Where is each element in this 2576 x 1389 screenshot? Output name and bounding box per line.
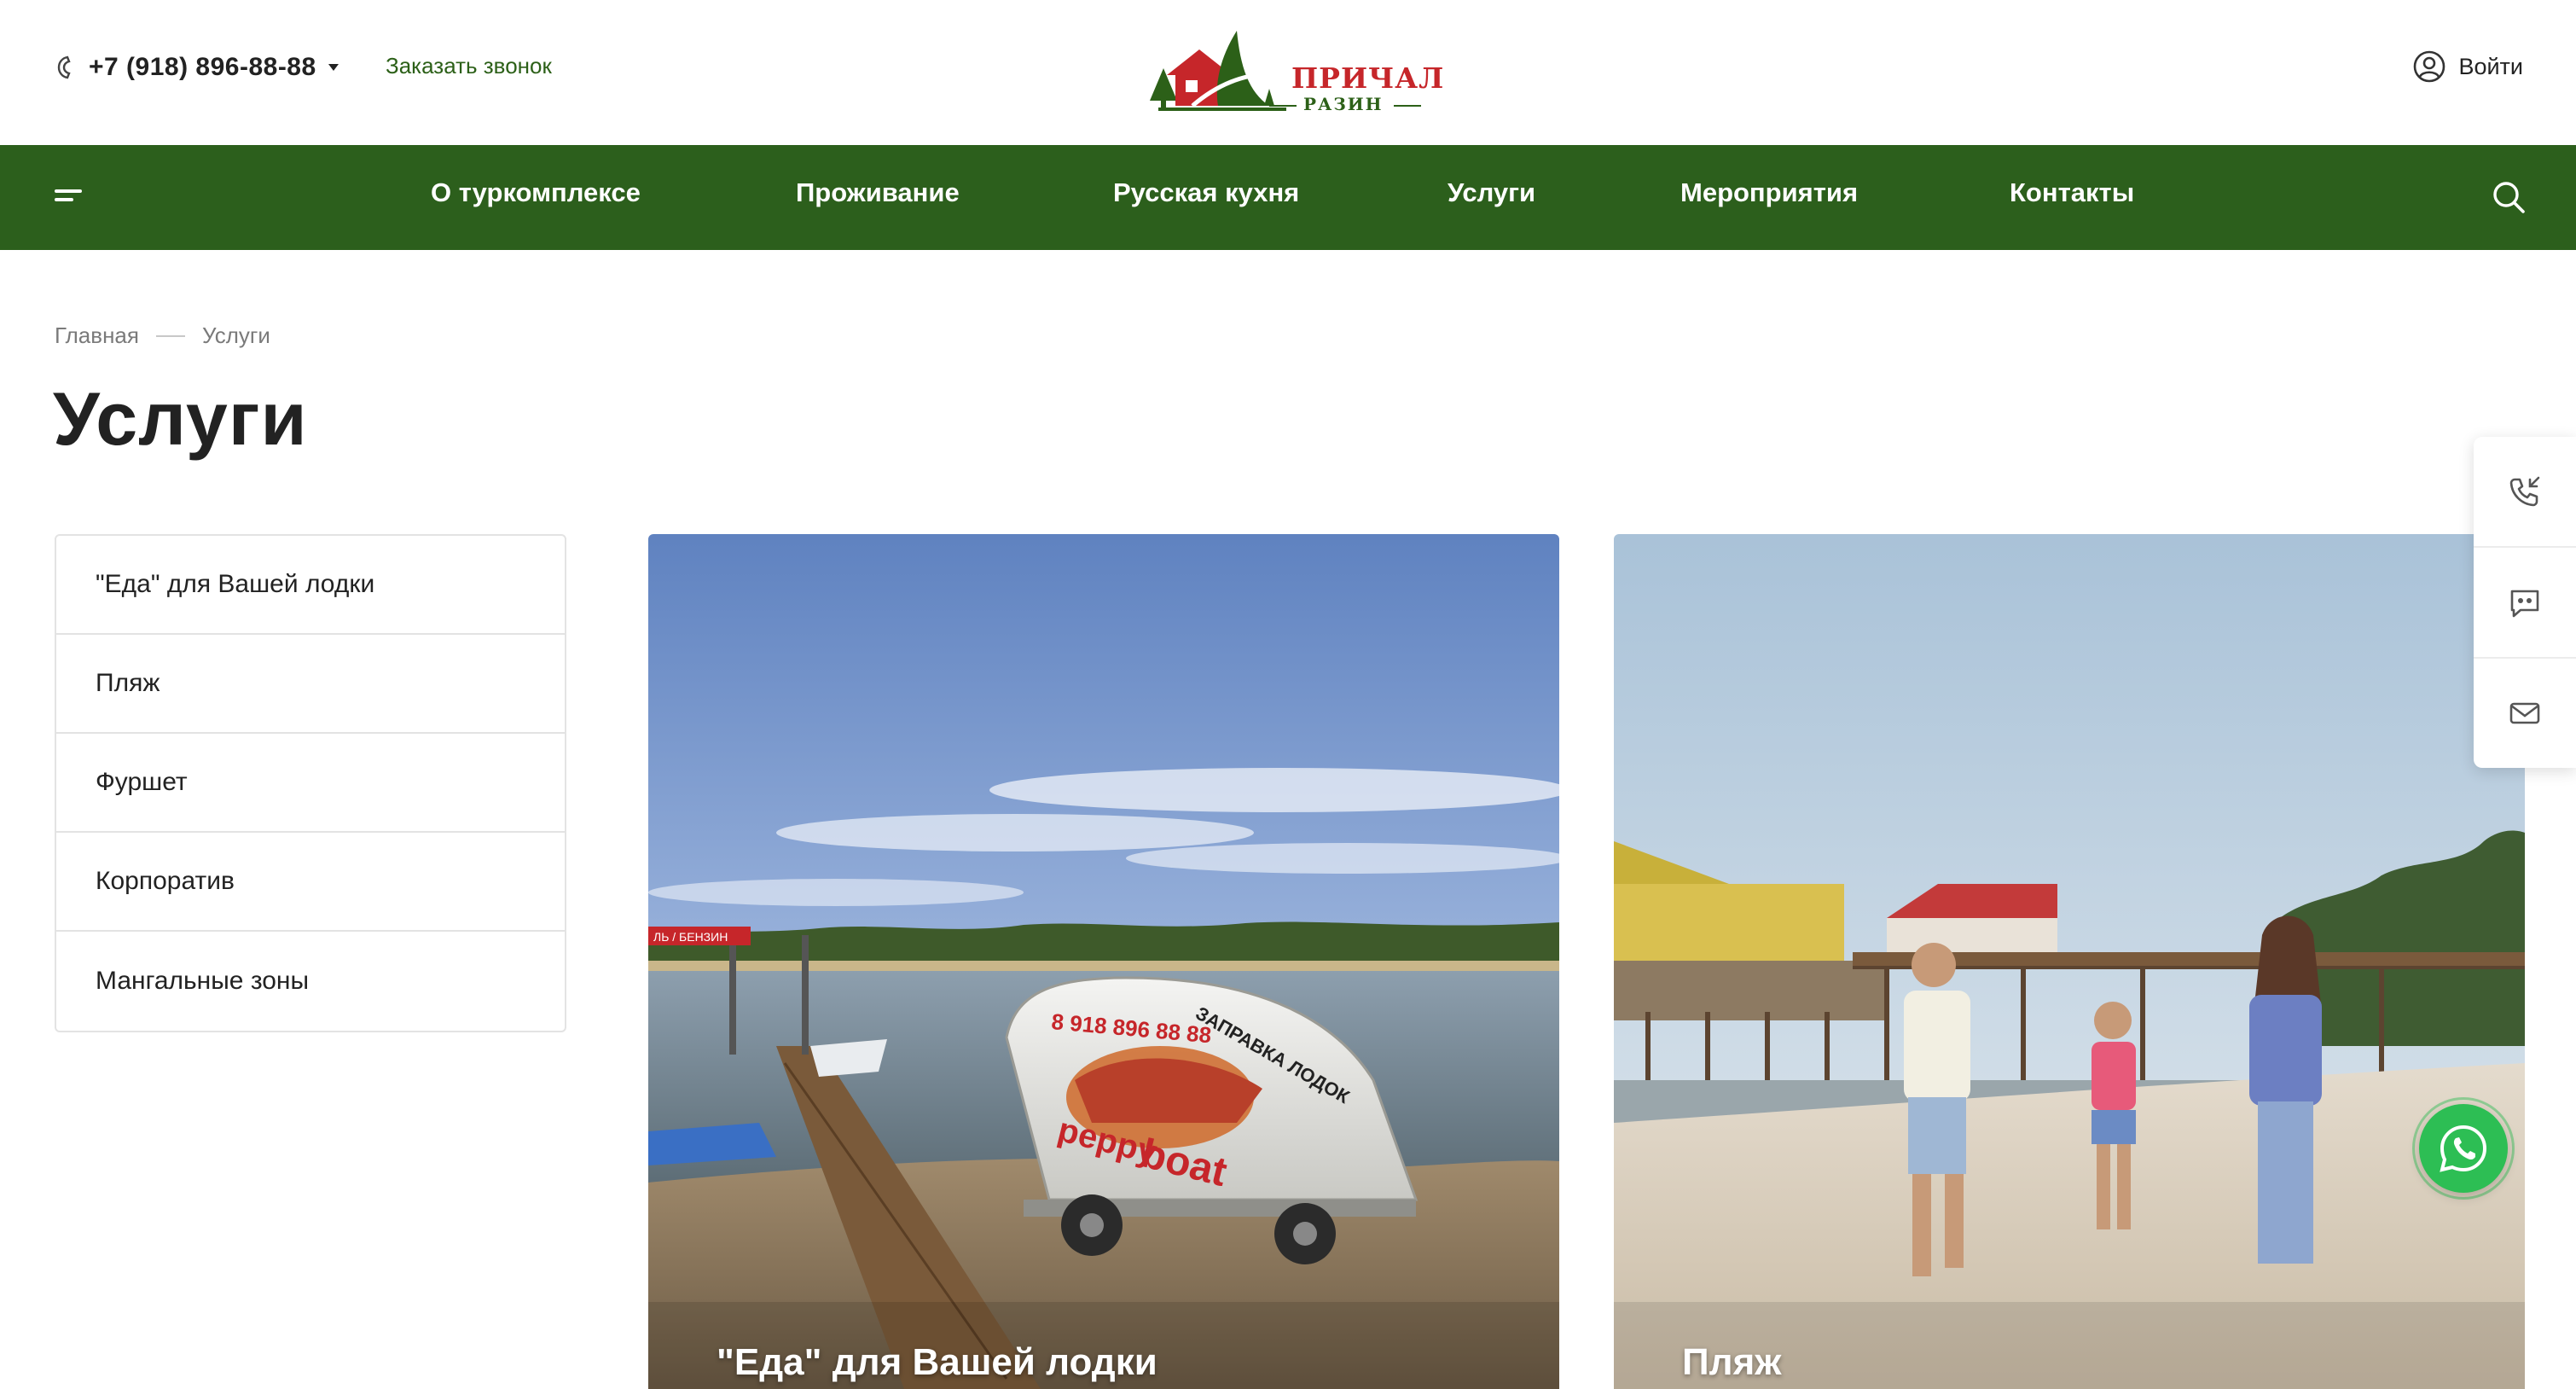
sidebar-item-buffet[interactable]: Фуршет: [56, 734, 565, 833]
service-card-title[interactable]: "Еда" для Вашей лодки: [717, 1341, 1157, 1384]
phone-number[interactable]: +7 (918) 896-88-88: [89, 53, 316, 82]
chat-button[interactable]: [2474, 548, 2576, 657]
service-card-title[interactable]: Пляж: [1682, 1341, 1781, 1384]
logo-subtitle: РАЗИН: [1303, 94, 1384, 114]
phone-dropdown[interactable]: +7 (918) 896-88-88: [55, 48, 339, 87]
user-circle-icon: [2414, 50, 2445, 83]
nav-item-accommodation[interactable]: Проживание: [796, 177, 960, 208]
chevron-down-icon[interactable]: [328, 64, 339, 71]
service-card-boat-food[interactable]: ЛЬ / БЕНЗИН 8 918 896 88 88 ЗАПРАВКА ЛОД…: [648, 534, 1559, 1389]
search-icon[interactable]: [2491, 179, 2527, 215]
chat-icon: [2510, 590, 2539, 618]
sidebar-item-bbq-zones[interactable]: Мангальные зоны: [56, 932, 565, 1031]
logo-title: ПРИЧАЛ: [1291, 61, 1445, 95]
email-button[interactable]: [2474, 659, 2576, 768]
service-card-beach[interactable]: Пляж: [1614, 534, 2525, 1389]
sidebar-item-corporate[interactable]: Корпоратив: [56, 833, 565, 932]
logo-divider: [1394, 105, 1421, 107]
phone-icon: [57, 55, 71, 79]
whatsapp-icon: [2440, 1125, 2487, 1172]
services-sidebar: "Еда" для Вашей лодки Пляж Фуршет Корпор…: [55, 534, 566, 1032]
breadcrumb-separator: [155, 334, 185, 337]
logo-divider: [1269, 105, 1297, 107]
service-image-beach: [1614, 534, 2525, 1389]
nav-menu: О туркомплексе Проживание Русская кухня …: [0, 145, 2576, 250]
nav-item-about[interactable]: О туркомплексе: [431, 177, 641, 208]
sidebar-item-boat-food[interactable]: "Еда" для Вашей лодки: [56, 536, 565, 635]
page-title: Услуги: [53, 376, 308, 461]
login-button[interactable]: Войти: [2412, 49, 2523, 84]
phone-callback-icon: [2509, 476, 2540, 507]
login-label[interactable]: Войти: [2458, 54, 2523, 80]
nav-item-contacts[interactable]: Контакты: [2010, 177, 2134, 208]
logo-emblem-icon: [1150, 31, 1286, 111]
whatsapp-button[interactable]: [2419, 1104, 2508, 1193]
site-header: +7 (918) 896-88-88 Заказать звонок ПРИЧА…: [0, 0, 2576, 145]
callback-button[interactable]: [2474, 437, 2576, 546]
sidebar-item-beach[interactable]: Пляж: [56, 635, 565, 734]
floating-contact-panel: [2474, 437, 2576, 768]
service-image-boat: ЛЬ / БЕНЗИН 8 918 896 88 88 ЗАПРАВКА ЛОД…: [648, 534, 1559, 1389]
logo[interactable]: ПРИЧАЛ РАЗИН: [1141, 24, 1443, 118]
image-text-fuel: ЛЬ / БЕНЗИН: [653, 930, 728, 944]
breadcrumb-home[interactable]: Главная: [55, 323, 139, 349]
main-navigation: О туркомплексе Проживание Русская кухня …: [0, 145, 2576, 250]
nav-item-events[interactable]: Мероприятия: [1680, 177, 1858, 208]
mail-icon: [2509, 702, 2540, 724]
breadcrumb-current: Услуги: [201, 323, 270, 348]
nav-item-russian-cuisine[interactable]: Русская кухня: [1113, 177, 1299, 208]
breadcrumb: Главная Услуги: [55, 323, 270, 349]
nav-item-services[interactable]: Услуги: [1448, 177, 1535, 208]
callback-link[interactable]: Заказать звонок: [386, 53, 552, 79]
